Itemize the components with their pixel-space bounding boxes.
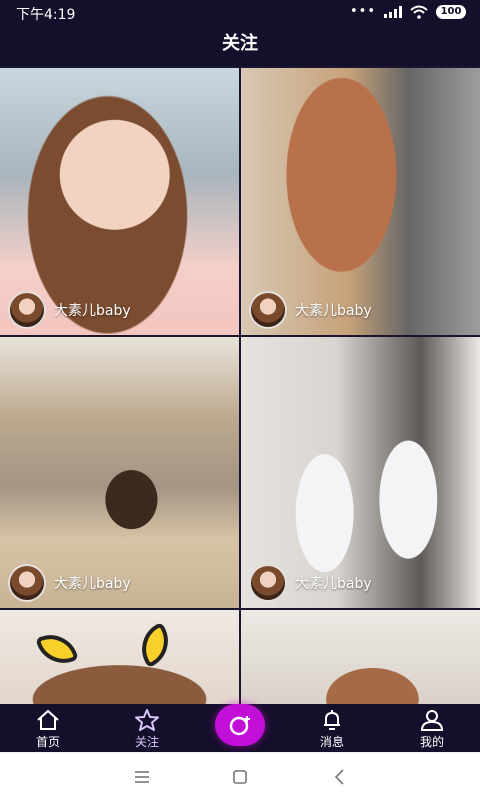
- home-icon: [37, 709, 59, 730]
- status-indicators: ••• 100: [350, 4, 466, 19]
- home-square-icon[interactable]: [230, 767, 250, 787]
- status-time: 下午4:19: [16, 7, 76, 23]
- page-title: 关注: [0, 26, 480, 66]
- person-icon: [420, 710, 444, 731]
- nav-home-label: 首页: [35, 735, 60, 749]
- nav-follow[interactable]: 关注: [107, 704, 187, 752]
- feed-tile[interactable]: 大素儿baby: [0, 68, 239, 335]
- author-name: 大素儿baby: [295, 303, 372, 319]
- avatar: [8, 291, 46, 329]
- avatar: [8, 564, 46, 602]
- back-icon[interactable]: [330, 767, 350, 787]
- nav-me-label: 我的: [419, 735, 444, 749]
- feed-tile[interactable]: [241, 610, 480, 704]
- avatar: [249, 564, 287, 602]
- camera-icon: [229, 716, 250, 736]
- feed-tile[interactable]: 大素儿baby: [241, 68, 480, 335]
- author-name: 大素儿baby: [295, 576, 372, 592]
- feed-grid[interactable]: 大素儿baby 大素儿baby 大素儿baby 大素儿baby: [0, 66, 480, 704]
- feed-tile[interactable]: 大素儿baby: [241, 337, 480, 608]
- nav-me[interactable]: 我的: [392, 704, 472, 752]
- menu-icon[interactable]: [132, 767, 152, 787]
- signal-icon: [384, 5, 402, 18]
- nav-home[interactable]: 首页: [8, 704, 88, 752]
- feed-tile[interactable]: 大素儿baby: [0, 337, 239, 608]
- nav-messages-label: 消息: [319, 735, 344, 749]
- nav-follow-label: 关注: [134, 735, 159, 749]
- tile-author[interactable]: 大素儿baby: [249, 291, 372, 329]
- tile-author[interactable]: 大素儿baby: [8, 291, 131, 329]
- video-thumbnail: [241, 610, 480, 704]
- tile-author[interactable]: 大素儿baby: [249, 564, 372, 602]
- nav-messages[interactable]: 消息: [292, 704, 372, 752]
- author-name: 大素儿baby: [54, 576, 131, 592]
- more-dots-icon: •••: [349, 4, 376, 19]
- tile-author[interactable]: 大素儿baby: [8, 564, 131, 602]
- bell-icon: [324, 710, 340, 730]
- record-button[interactable]: [215, 704, 265, 746]
- feed-tile[interactable]: [0, 610, 239, 704]
- battery-indicator: 100: [436, 4, 466, 19]
- star-icon: [135, 709, 159, 731]
- author-name: 大素儿baby: [54, 303, 131, 319]
- system-nav-bar: [0, 752, 480, 800]
- wifi-icon: [410, 5, 428, 19]
- avatar: [249, 291, 287, 329]
- video-thumbnail: [0, 610, 239, 704]
- status-bar: 下午4:19 ••• 100: [0, 0, 480, 26]
